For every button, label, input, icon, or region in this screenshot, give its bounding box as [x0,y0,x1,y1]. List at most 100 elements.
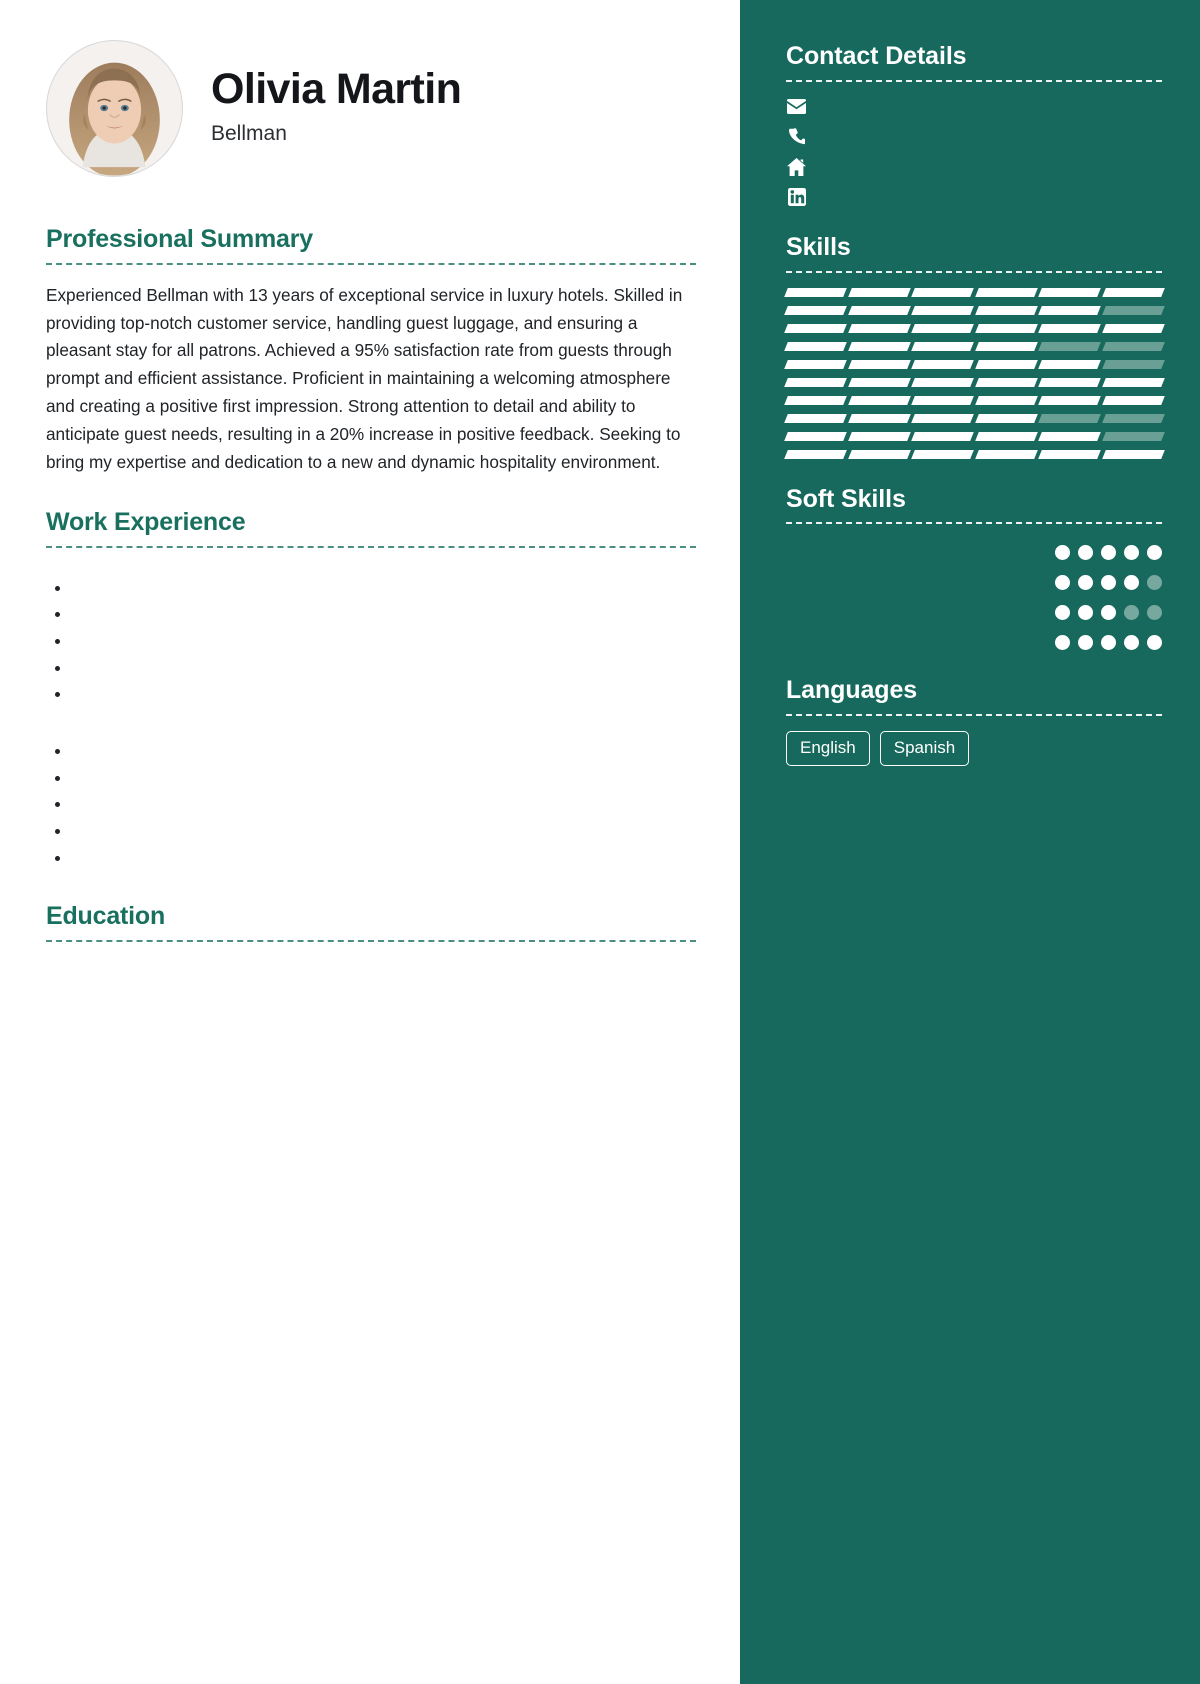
skill-item [784,413,1164,423]
soft-skill-rating [1055,629,1162,651]
section-heading: Professional Summary [46,225,313,253]
soft-skill-rating [1055,599,1162,621]
skill-item [784,377,1164,387]
skill-segment [911,341,974,351]
soft-skill-dot [1124,575,1139,591]
avatar [46,40,183,177]
soft-skill-dot [1078,545,1093,561]
skill-segment [911,449,974,459]
skill-segment [847,323,910,333]
skill-segment [784,287,847,297]
skill-item [784,431,1164,441]
skill-segment [784,449,847,459]
soft-skill-dot [1101,545,1116,561]
section-heading: Contact Details [786,42,967,70]
soft-skill-dot [1147,545,1162,561]
job-title: Bellman [211,121,287,145]
work-bullet-list [46,739,696,871]
skill-segment [1101,413,1164,423]
skill-segment [784,341,847,351]
profile-photo-icon [47,41,182,176]
section-contact-details: Contact Details [786,42,1162,207]
skill-segment [1038,377,1101,387]
soft-skill-dot [1147,635,1162,651]
soft-skill-row [786,539,1162,561]
language-chip[interactable]: Spanish [879,731,970,767]
soft-skill-dot [1147,605,1162,621]
skill-segment [1038,431,1101,441]
contact-row[interactable] [786,97,1162,117]
section-heading: Languages [786,676,918,705]
work-bullet [72,656,696,682]
skill-segment [1038,395,1101,405]
language-chip[interactable]: English [786,731,870,767]
work-bullet [72,682,696,708]
skill-segment [847,341,910,351]
skill-segment [1038,341,1101,351]
soft-skill-rating [1055,539,1162,561]
envelope-icon [786,97,807,117]
language-chip-list: English Spanish [786,731,1162,767]
section-education: Education [46,902,696,979]
page-title: Olivia Martin [211,65,462,114]
skill-segment [1101,449,1164,459]
contact-row[interactable] [786,127,1162,147]
home-icon [786,157,807,177]
work-entry-list [46,565,696,872]
linkedin-icon [786,187,807,207]
section-divider [786,522,1162,525]
soft-skill-row [786,629,1162,651]
skill-segment [911,431,974,441]
skill-level-bar [784,359,1164,369]
skill-segment [784,305,847,315]
skill-segment [1101,305,1164,315]
work-bullet [72,819,696,845]
work-bullet [72,792,696,818]
skill-item [784,323,1164,333]
main-column: Olivia Martin Bellman Professional Summa… [0,0,740,1684]
skill-segment [974,449,1037,459]
skill-level-bar [784,431,1164,441]
skill-segment [784,395,847,405]
skill-item [784,287,1164,297]
skill-segment [1038,305,1101,315]
resume-header: Olivia Martin Bellman [46,40,696,177]
skill-segment [1101,431,1164,441]
section-divider [46,262,696,265]
section-heading: Education [46,902,166,931]
section-professional-summary: Professional Summary Experienced Bellman… [46,225,696,477]
soft-skill-dot [1055,605,1070,621]
skill-segment [1101,377,1164,387]
skill-segment [847,413,910,423]
skills-list [784,287,1164,459]
section-divider [786,79,1162,82]
education-entry-list [46,959,696,979]
skill-segment [974,395,1037,405]
section-heading: Soft Skills [786,484,906,513]
contact-row[interactable] [786,187,1162,207]
skill-segment [1101,341,1164,351]
section-languages: Languages English Spanish [786,676,1162,767]
skill-segment [911,323,974,333]
skill-segment [1038,413,1101,423]
work-bullet [72,602,696,628]
skill-segment [847,395,910,405]
sidebar: Contact Details Skills Soft Skills Langu… [740,0,1200,1684]
soft-skill-dot [1101,575,1116,591]
work-bullet [72,846,696,872]
skill-segment [847,287,910,297]
skill-segment [911,287,974,297]
skill-segment [784,323,847,333]
summary-text: Experienced Bellman with 13 years of exc… [46,284,683,472]
section-heading: Skills [786,232,851,261]
section-heading: Work Experience [46,507,246,536]
skill-level-bar [784,323,1164,333]
section-divider [46,940,696,943]
soft-skill-dot [1124,545,1139,561]
skill-segment [974,323,1037,333]
soft-skills-list [786,539,1162,651]
skill-segment [784,359,847,369]
name-block: Olivia Martin Bellman [211,65,462,151]
skill-segment [911,395,974,405]
contact-row[interactable] [786,157,1162,177]
